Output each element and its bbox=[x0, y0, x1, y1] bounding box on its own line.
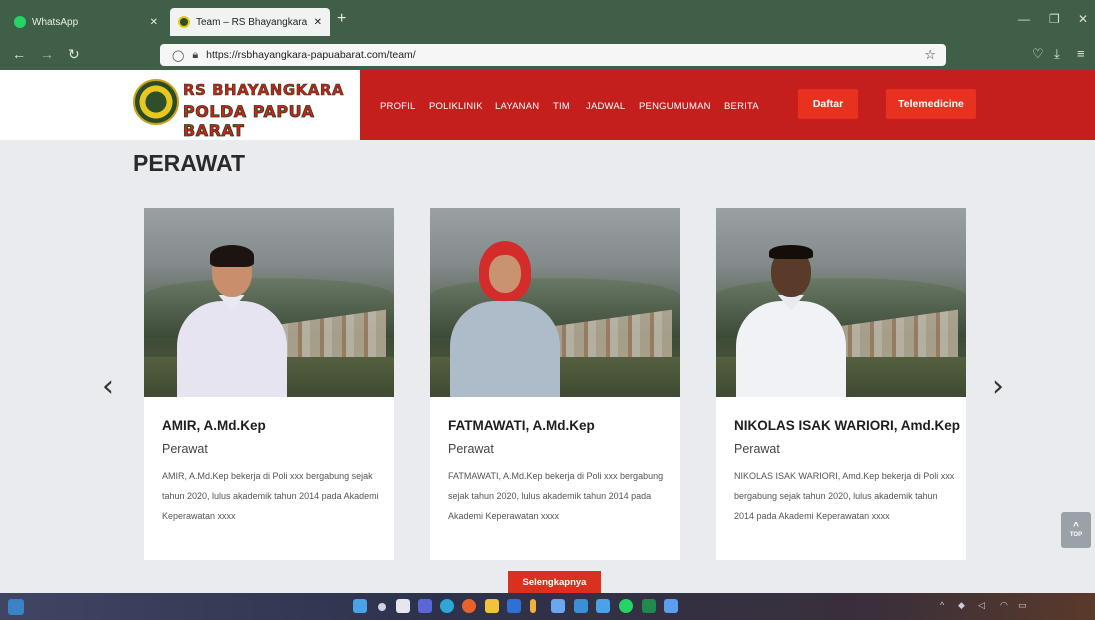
staff-description: NIKOLAS ISAK WARIORI, Amd.Kep bekerja di… bbox=[734, 471, 955, 521]
site-header: RS BHAYANGKARA POLDA PAPUA BARAT PROFIL … bbox=[0, 70, 1095, 140]
start-icon[interactable] bbox=[353, 599, 367, 613]
todo-icon[interactable] bbox=[664, 599, 678, 613]
photos-icon[interactable] bbox=[596, 599, 610, 613]
new-tab-button[interactable]: + bbox=[337, 10, 346, 28]
mail-icon[interactable] bbox=[574, 599, 588, 613]
staff-photo bbox=[144, 208, 394, 397]
battery-icon[interactable]: ▭ bbox=[1018, 600, 1027, 611]
wifi-icon[interactable]: ◠ bbox=[1000, 600, 1008, 611]
nav-berita[interactable]: BERITA bbox=[724, 101, 759, 112]
browser-toolbar: ← → ↻ ◯ 🔒︎ https://rsbhayangkara-papuaba… bbox=[0, 40, 1095, 70]
whatsapp-icon bbox=[14, 16, 26, 28]
nav-layanan[interactable]: LAYANAN bbox=[495, 101, 539, 112]
logo-title: RS BHAYANGKARA bbox=[183, 81, 345, 100]
browser-tab-bar: WhatsApp ✕ Team – RS Bhayangkara Tk. IV … bbox=[0, 0, 1095, 40]
download-icon[interactable]: ⤓ bbox=[1054, 46, 1060, 62]
shield-icon[interactable]: ◯ bbox=[172, 49, 184, 62]
tab-label: WhatsApp bbox=[32, 16, 79, 28]
tab-label: Team – RS Bhayangkara Tk. IV bbox=[196, 16, 308, 28]
staff-description: FATMAWATI, A.Md.Kep bekerja di Poli xxx … bbox=[448, 471, 664, 521]
close-tab-icon[interactable]: ✕ bbox=[150, 17, 158, 28]
carousel-next-button[interactable]: › bbox=[992, 372, 1004, 402]
volume-icon[interactable]: ◁ bbox=[978, 600, 985, 611]
nav-poliklinik[interactable]: POLIKLINIK bbox=[429, 101, 483, 112]
close-window-icon[interactable]: ✕ bbox=[1078, 12, 1088, 26]
selengkapnya-button[interactable]: Selengkapnya bbox=[508, 571, 601, 593]
nav-jadwal[interactable]: JADWAL bbox=[586, 101, 625, 112]
staff-name: FATMAWATI, A.Md.Kep bbox=[448, 418, 595, 433]
task-view-icon[interactable] bbox=[396, 599, 410, 613]
logo-subtitle: POLDA PAPUA BARAT bbox=[183, 102, 315, 141]
forward-icon[interactable]: → bbox=[40, 46, 54, 62]
team-card: NIKOLAS ISAK WARIORI, Amd.Kep Perawat NI… bbox=[716, 208, 966, 560]
tab-team[interactable]: Team – RS Bhayangkara Tk. IV ✕ bbox=[170, 8, 330, 36]
staff-name: AMIR, A.Md.Kep bbox=[162, 418, 266, 433]
staff-role: Perawat bbox=[162, 442, 208, 456]
bookmark-star-icon[interactable]: ☆ bbox=[924, 47, 936, 63]
team-card: FATMAWATI, A.Md.Kep Perawat FATMAWATI, A… bbox=[430, 208, 680, 560]
chevron-up-icon: ^ bbox=[1073, 521, 1079, 532]
page-title: PERAWAT bbox=[133, 150, 246, 176]
dropbox-icon[interactable] bbox=[551, 599, 565, 613]
to-top-label: TOP bbox=[1069, 532, 1083, 538]
staff-role: Perawat bbox=[448, 442, 494, 456]
close-tab-icon[interactable]: ✕ bbox=[314, 17, 322, 28]
staff-role: Perawat bbox=[734, 442, 780, 456]
url-text[interactable]: https://rsbhayangkara-papuabarat.com/tea… bbox=[206, 49, 416, 61]
police-emblem-icon bbox=[133, 79, 179, 125]
restore-icon[interactable]: ❐ bbox=[1049, 12, 1060, 26]
back-icon[interactable]: ← bbox=[12, 46, 26, 62]
widgets-icon[interactable] bbox=[8, 599, 24, 615]
back-to-top-button[interactable]: ^ TOP bbox=[1061, 512, 1091, 548]
logo-link[interactable]: RS BHAYANGKARA POLDA PAPUA BARAT bbox=[0, 70, 360, 140]
team-card: AMIR, A.Md.Kep Perawat AMIR, A.Md.Kep be… bbox=[144, 208, 394, 560]
nav-profil[interactable]: PROFIL bbox=[380, 101, 416, 112]
tray-chevron-icon[interactable]: ^ bbox=[940, 600, 944, 610]
pocket-icon[interactable]: ♡ bbox=[1032, 46, 1044, 62]
nav-pengumuman[interactable]: PENGUMUMAN bbox=[639, 101, 711, 112]
staff-name: NIKOLAS ISAK WARIORI, Amd.Kep bbox=[734, 418, 961, 433]
menu-icon[interactable]: ≡ bbox=[1077, 46, 1085, 61]
telemedicine-button[interactable]: Telemedicine bbox=[886, 89, 976, 119]
tab-whatsapp[interactable]: WhatsApp ✕ bbox=[6, 8, 166, 36]
os-taskbar: ^ ◆ ◁ ◠ ▭ bbox=[0, 593, 1095, 620]
network-icon[interactable]: ◆ bbox=[958, 600, 965, 611]
staff-photo bbox=[430, 208, 680, 397]
carousel-prev-button[interactable]: ‹ bbox=[102, 372, 114, 402]
address-bar[interactable]: ◯ 🔒︎ https://rsbhayangkara-papuabarat.co… bbox=[160, 44, 946, 66]
nav-tim[interactable]: TIM bbox=[553, 101, 570, 112]
file-explorer-icon[interactable] bbox=[485, 599, 499, 613]
reload-icon[interactable]: ↻ bbox=[68, 46, 80, 63]
app-icon[interactable] bbox=[530, 599, 536, 613]
main-nav: PROFIL POLIKLINIK LAYANAN TIM JADWAL PEN… bbox=[360, 70, 1095, 140]
firefox-icon[interactable] bbox=[462, 599, 476, 613]
search-icon[interactable] bbox=[378, 603, 386, 611]
excel-icon[interactable] bbox=[642, 599, 656, 613]
store-icon[interactable] bbox=[507, 599, 521, 613]
whatsapp-taskbar-icon[interactable] bbox=[619, 599, 633, 613]
site-favicon-icon bbox=[178, 16, 190, 28]
staff-description: AMIR, A.Md.Kep bekerja di Poli xxx berga… bbox=[162, 471, 379, 521]
lock-icon[interactable]: 🔒︎ bbox=[192, 49, 198, 62]
daftar-button[interactable]: Daftar bbox=[798, 89, 858, 119]
teams-icon[interactable] bbox=[418, 599, 432, 613]
edge-icon[interactable] bbox=[440, 599, 454, 613]
staff-photo bbox=[716, 208, 966, 397]
minimize-icon[interactable]: — bbox=[1018, 12, 1030, 26]
